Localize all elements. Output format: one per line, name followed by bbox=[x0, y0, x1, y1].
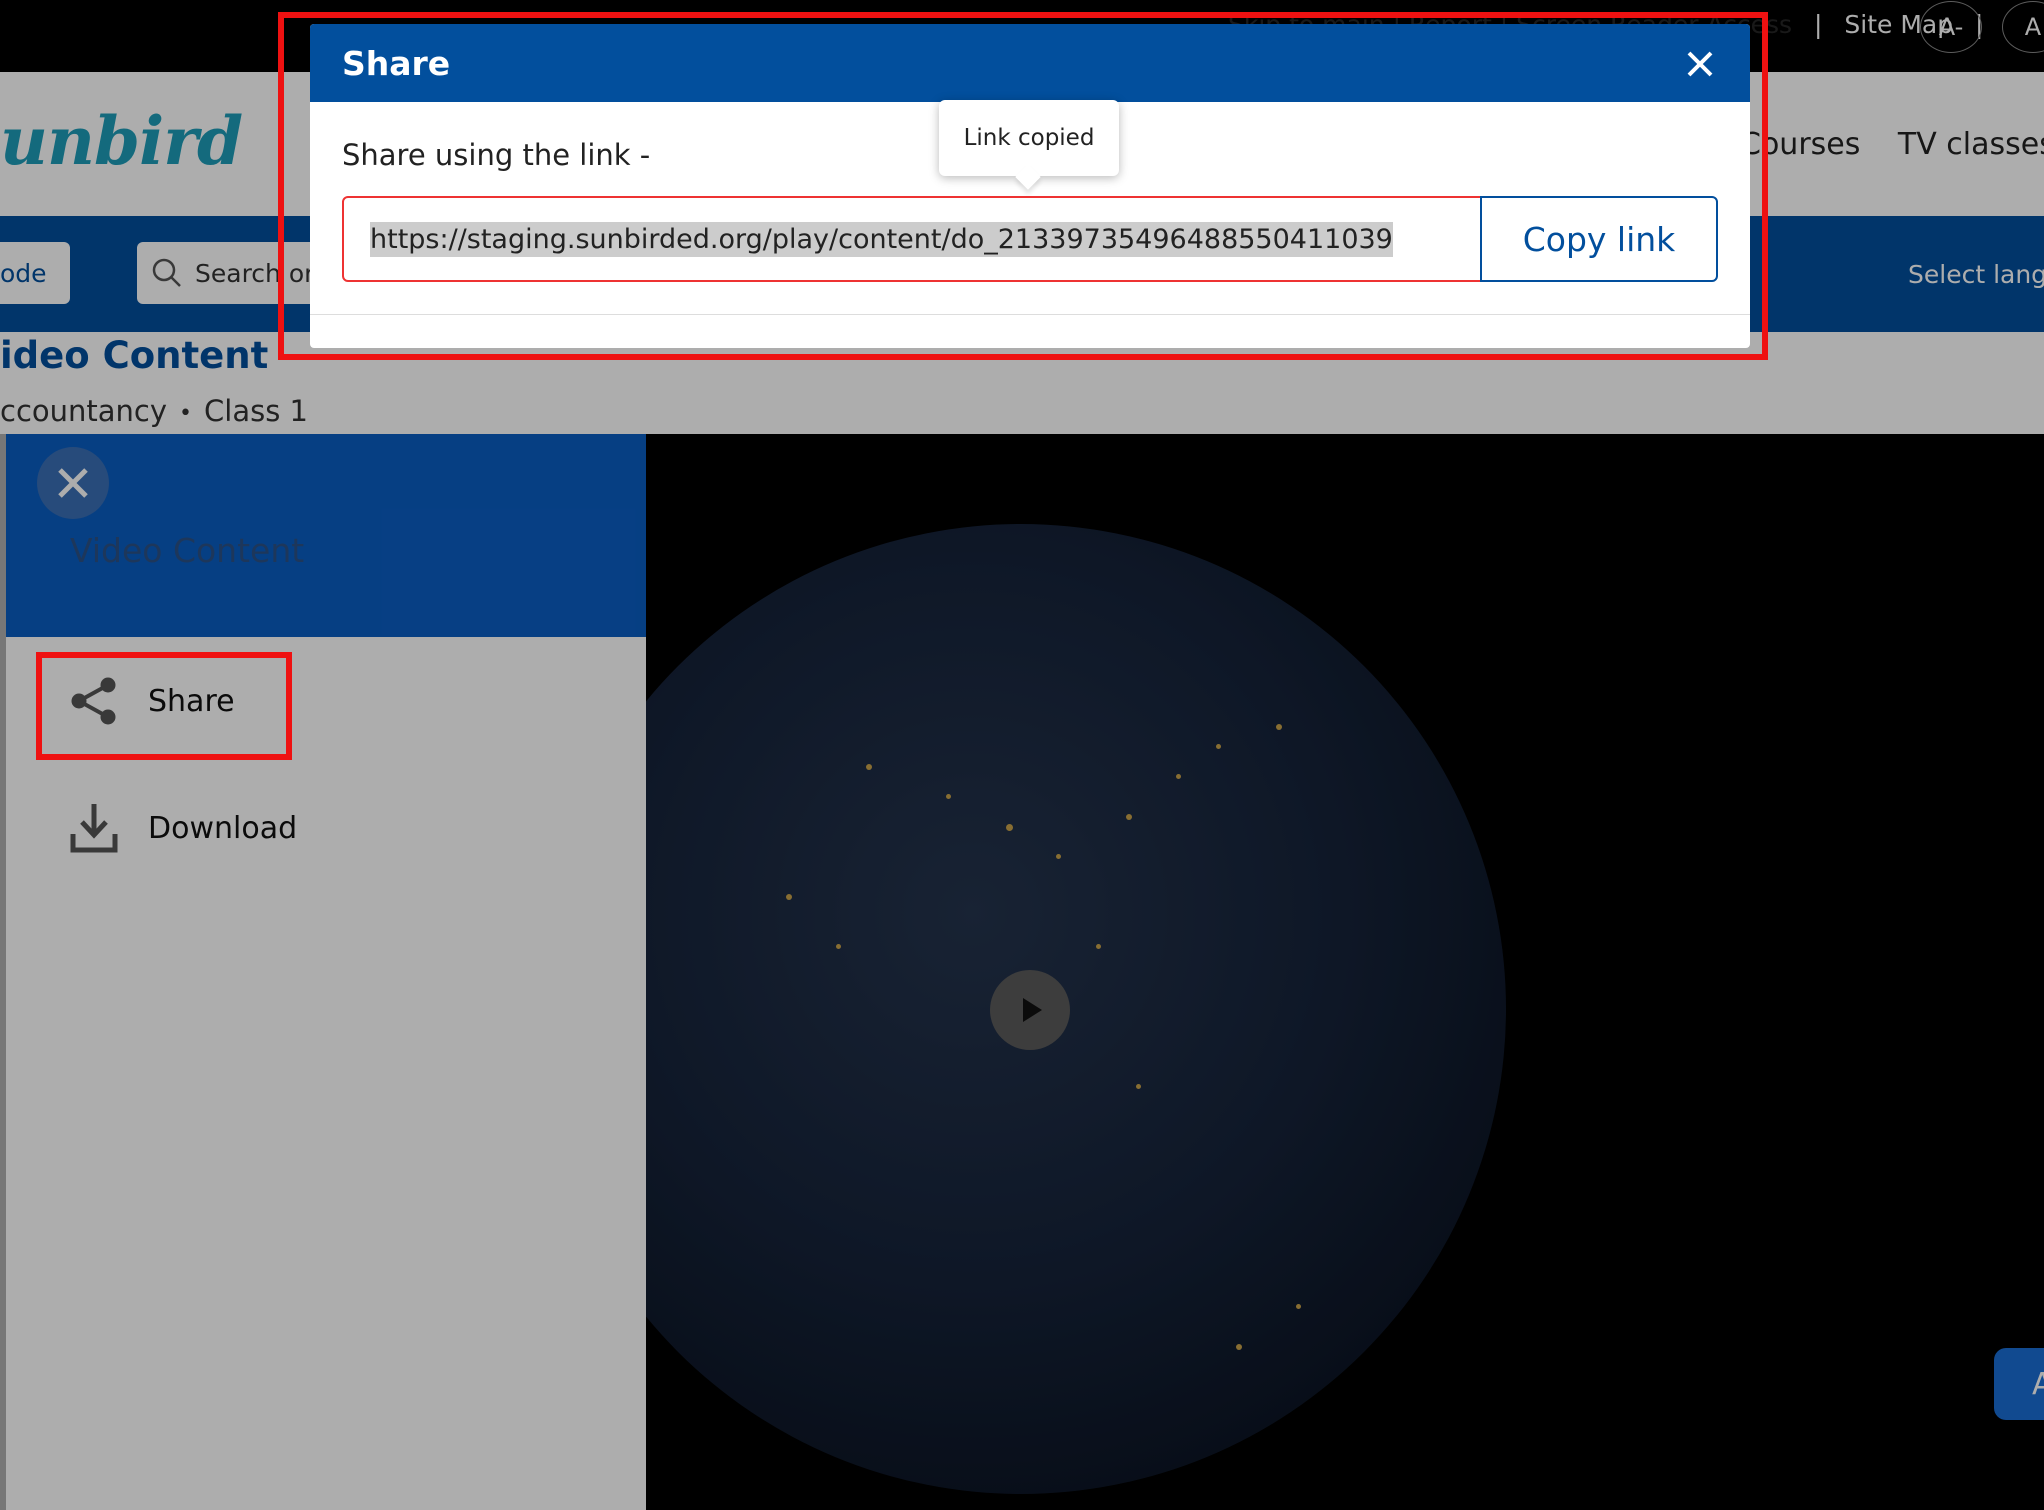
sunbird-logo[interactable]: unbird bbox=[0, 102, 243, 180]
video-player[interactable] bbox=[646, 434, 2044, 1510]
main-nav: Courses TV classes bbox=[1740, 127, 2044, 162]
video-poster-earth bbox=[646, 524, 1506, 1494]
nav-tv-classes[interactable]: TV classes bbox=[1898, 127, 2044, 162]
font-decrease-button[interactable]: A- bbox=[1920, 1, 1982, 53]
meta-subject: ccountancy bbox=[0, 394, 168, 428]
play-button[interactable] bbox=[990, 970, 1070, 1050]
side-panel-close-button[interactable] bbox=[37, 447, 109, 519]
language-selector[interactable]: Select langu bbox=[1908, 260, 2044, 289]
download-icon bbox=[70, 804, 118, 853]
page-title: ideo Content bbox=[0, 334, 269, 377]
close-icon bbox=[58, 468, 88, 498]
utility-separator: | bbox=[1813, 10, 1823, 39]
highlight-share-menu-item bbox=[36, 652, 292, 760]
play-icon bbox=[1023, 998, 1042, 1022]
content-meta: ccountancy • Class 1 bbox=[0, 394, 308, 428]
highlight-share-modal bbox=[278, 12, 1768, 360]
download-menu-item[interactable]: Download bbox=[70, 802, 297, 854]
search-icon bbox=[152, 258, 181, 287]
enter-code-button[interactable]: ode bbox=[0, 242, 70, 304]
meta-dot: • bbox=[179, 400, 193, 426]
side-tab-button[interactable]: A bbox=[1994, 1348, 2044, 1420]
side-panel-title: Video Content bbox=[70, 531, 305, 570]
download-menu-label: Download bbox=[148, 810, 298, 846]
meta-class: Class 1 bbox=[204, 394, 308, 428]
font-normal-button[interactable]: A bbox=[2002, 1, 2044, 53]
